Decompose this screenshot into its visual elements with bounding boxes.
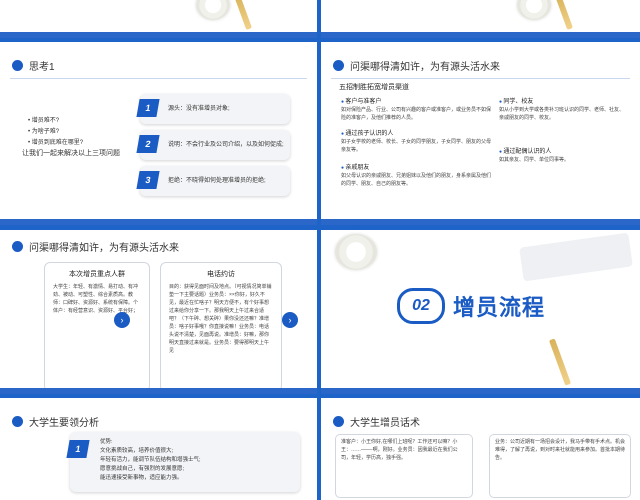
slide-header: 大学生要领分析 (12, 414, 99, 429)
channel-title: 通过孩子认识的人 (341, 130, 491, 138)
slide-title: 问渠哪得清如许，为有源头活水来 (350, 62, 500, 73)
section-heading: 02 增员流程 (397, 288, 545, 324)
flower-decoration (196, 0, 230, 20)
question-item: 为啥子难? (28, 127, 83, 138)
slide-bottom-bar (0, 219, 317, 225)
analysis-line: 能迅速接受新事物，适应能力强。 (100, 475, 183, 481)
pen-decoration (555, 0, 573, 30)
talk-script: 业务：公司近期有一场招会设计，我马手带有手术点。机会难得，了解了再说，到对时来社… (495, 439, 626, 461)
bullet-dot-icon (333, 416, 344, 427)
arrow-right-icon[interactable]: › (282, 312, 298, 328)
slide-bottom-bar (321, 219, 640, 225)
pen-decoration (548, 338, 572, 386)
bullet-dot-icon (12, 416, 23, 427)
channel-desc: 如父母认识的亲戚朋友、兄弟姐妹以及他们的朋友，身系亲属及他们的同学、朋友、自己的… (341, 173, 492, 187)
channel-desc: 如其亲友、同学、单位同事等。 (499, 157, 570, 163)
slide-thumbnail-6[interactable]: 02 增员流程 (321, 230, 640, 394)
header-divider (331, 78, 630, 79)
bullet-dot-icon (12, 241, 23, 252)
question-footer: 让我们一起来解决以上三项问题 (22, 150, 120, 157)
slide-title: 大学生要领分析 (29, 418, 99, 429)
slide-thumbnail-8[interactable]: 大学生增员话术 准客户：小王你好,在哪们上班呢？工作还可以嘛？小王：……——-啊… (321, 398, 640, 500)
slide-header: 大学生增员话术 (333, 414, 420, 429)
slide-thumbnail-1[interactable] (0, 0, 317, 38)
pen-decoration (234, 0, 252, 30)
slide-thumbnail-2[interactable] (321, 0, 640, 38)
phone-call-panel: 电话约访 目的：获得见面时间及地点。（可视情况简单铺垫一下主要话题）业务员：××… (160, 262, 282, 392)
analysis-line: 年轻有活力，能调节队伍结构和增强士气; (100, 457, 201, 463)
flower-decoration (517, 0, 551, 20)
card-text: 拒绝：不晓得如何处理准增员的拒绝; (168, 178, 266, 184)
channel-item: 通过配偶认识的人 如其亲友、同学、单位同事等。 (499, 148, 627, 164)
slide-bottom-bar (0, 32, 317, 38)
card-text: 说明：不会行业及公司介绍，以及如何促成; (168, 142, 284, 148)
analysis-line: 愿意挑战自己，有强烈的发展意愿; (100, 466, 185, 472)
problem-cards: 1 源头：没有准增员对象; 2 说明：不会行业及公司介绍，以及如何促成; 3 拒绝：不… (136, 94, 290, 202)
slide-header: 问渠哪得清如许，为有源头活水来 (333, 58, 500, 73)
analysis-text: 优势: 文化素质较高，培养价值很大; 年轻有活力，能调节队伍结构和增强士气; 愿… (100, 438, 201, 483)
card-number: 1 (66, 440, 90, 458)
panel-text: 目的：获得见面时间及地点。（可视情况简单铺垫一下主要话题）业务员：××你好，好久… (169, 284, 272, 354)
slide-thumbnail-3[interactable]: 思考1 增员难不? 为啥子难? 增员到底难在哪里? 让我们一起来解决以上三项问题… (0, 42, 317, 225)
panel-text: 大学生：年轻、有激情、易打动、有冲劲、被动、可塑性、综合素质高。教师：口碑好、资… (53, 284, 139, 314)
flower-decoration (335, 234, 377, 270)
slide-subtitle: 五招制胜拓宽增员渠道 (339, 84, 409, 91)
header-divider (10, 78, 307, 79)
arrow-right-icon[interactable]: › (114, 312, 130, 328)
analysis-line: 文化素质较高，培养价值很大; (100, 448, 174, 454)
section-number-badge: 02 (397, 288, 445, 324)
card-number: 1 (136, 99, 160, 117)
slide-thumbnail-5[interactable]: 问渠哪得清如许，为有源头活水来 本次增员重点人群 大学生：年轻、有激情、易打动、… (0, 230, 317, 394)
card-text: 源头：没有准增员对象; (168, 106, 230, 112)
keyboard-decoration (519, 232, 633, 282)
channel-item: 亲戚朋友 如父母认识的亲戚朋友、兄弟姐妹以及他们的朋友，身系亲属及他们的同学、朋… (341, 164, 491, 188)
bullet-dot-icon (12, 60, 23, 71)
problem-card: 1 源头：没有准增员对象; (136, 94, 290, 124)
channel-desc: 如子女学校的老师、校长、子女的同学朋友，子女同学、朋友的父母亲友等。 (341, 139, 492, 153)
channel-title: 通过配偶认识的人 (499, 148, 627, 156)
channel-desc: 如从小学到大学或各类补习班认识的同学、老师、社友、亲戚朋友的同学、校友。 (499, 107, 625, 121)
channel-item: 通过孩子认识的人 如子女学校的老师、校长、子女的同学朋友，子女同学、朋友的父母亲… (341, 130, 491, 154)
slide-bottom-bar (321, 388, 640, 394)
channel-item: 同学、校友 如从小学到大学或各类补习班认识的同学、老师、社友、亲戚朋友的同学、校… (499, 98, 627, 122)
slide-thumbnail-4[interactable]: 问渠哪得清如许，为有源头活水来 五招制胜拓宽增员渠道 客户与准客户 如对保险产品… (321, 42, 640, 225)
channel-title: 亲戚朋友 (341, 164, 491, 172)
channel-title: 客户与准客户 (341, 98, 491, 106)
panel-title: 本次增员重点人群 (69, 271, 125, 278)
slide-title: 大学生增员话术 (350, 418, 420, 429)
slide-title: 思考1 (29, 62, 55, 73)
problem-card: 3 拒绝：不晓得如何处理准增员的拒绝; (136, 166, 290, 196)
target-group-panel: 本次增员重点人群 大学生：年轻、有激情、易打动、有冲劲、被动、可塑性、综合素质高… (44, 262, 150, 392)
panel-title: 电话约访 (207, 271, 235, 278)
slide-header: 思考1 (12, 58, 55, 73)
analysis-line: 优势: (100, 439, 113, 445)
problem-card: 2 说明：不会行业及公司介绍，以及如何促成; (136, 130, 290, 160)
channel-desc: 如对保险产品、行业、公司有兴趣的客户或准客户，或业务员不如保险的准客户，及他们推… (341, 107, 492, 121)
channel-item: 客户与准客户 如对保险产品、行业、公司有兴趣的客户或准客户，或业务员不如保险的准… (341, 98, 491, 122)
slide-thumbnail-7[interactable]: 大学生要领分析 1 优势: 文化素质较高，培养价值很大; 年轻有活力，能调节队伍… (0, 398, 317, 500)
slide-bottom-bar (0, 388, 317, 394)
card-number: 3 (136, 171, 160, 189)
question-list: 增员难不? 为啥子难? 增员到底难在哪里? (28, 116, 83, 149)
bullet-dot-icon (333, 60, 344, 71)
analysis-card: 1 优势: 文化素质较高，培养价值很大; 年轻有活力，能调节队伍结构和增强士气;… (66, 432, 300, 492)
question-item: 增员难不? (28, 116, 83, 127)
slide-title: 问渠哪得清如许，为有源头活水来 (29, 243, 179, 254)
slide-bottom-bar (321, 32, 640, 38)
section-title: 增员流程 (453, 295, 546, 320)
card-number: 2 (136, 135, 160, 153)
talk-script: 准客户：小王你好,在哪们上班呢？工作还可以嘛？小王：……——-啊，刚好。业务员：… (341, 439, 458, 461)
channel-title: 同学、校友 (499, 98, 627, 106)
slide-header: 问渠哪得清如许，为有源头活水来 (12, 239, 179, 254)
